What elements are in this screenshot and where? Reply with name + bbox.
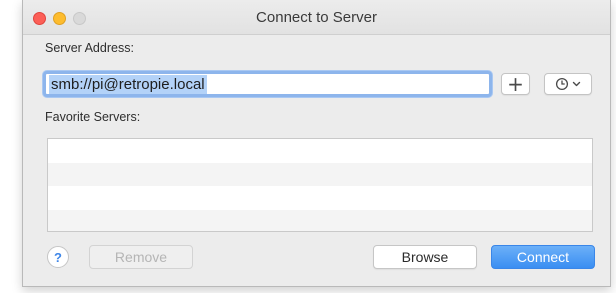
window-title: Connect to Server	[256, 9, 377, 26]
help-button[interactable]: ?	[47, 246, 69, 268]
list-row[interactable]	[48, 162, 592, 186]
server-address-input[interactable]: smb://pi@retropie.local	[49, 74, 207, 94]
favorite-servers-list[interactable]	[47, 138, 593, 232]
recent-servers-button[interactable]	[544, 73, 592, 95]
list-row[interactable]	[48, 139, 592, 163]
favorite-servers-label: Favorite Servers:	[45, 110, 141, 124]
title-bar[interactable]: Connect to Server	[23, 0, 610, 35]
server-address-field[interactable]: smb://pi@retropie.local	[43, 71, 492, 97]
connect-to-server-dialog: Connect to Server Server Address: smb://…	[22, 0, 611, 287]
add-favorite-button[interactable]: +	[501, 73, 530, 95]
connect-button[interactable]: Connect	[491, 245, 595, 269]
plus-icon: +	[507, 72, 524, 96]
clock-icon	[555, 77, 569, 91]
remove-button[interactable]: Remove	[89, 245, 193, 269]
chevron-down-icon	[572, 81, 581, 87]
list-row[interactable]	[48, 209, 592, 231]
question-mark-icon: ?	[54, 249, 62, 265]
browse-button[interactable]: Browse	[373, 245, 477, 269]
list-row[interactable]	[48, 186, 592, 210]
server-address-label: Server Address:	[45, 41, 134, 55]
